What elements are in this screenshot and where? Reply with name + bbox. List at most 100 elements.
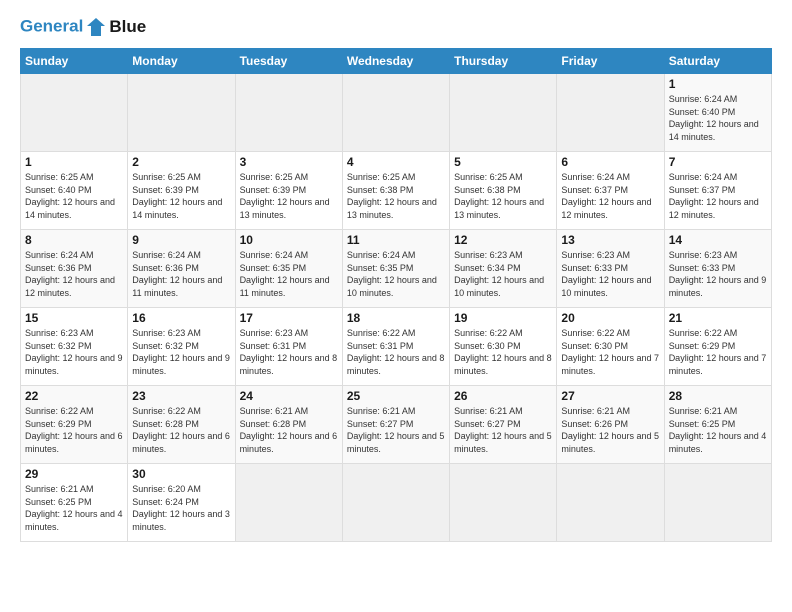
day-number: 9 <box>132 233 230 247</box>
day-info: Sunrise: 6:25 AMSunset: 6:40 PMDaylight:… <box>25 171 123 221</box>
day-info: Sunrise: 6:22 AMSunset: 6:29 PMDaylight:… <box>669 327 767 377</box>
calendar-cell <box>664 464 771 542</box>
day-info: Sunrise: 6:24 AMSunset: 6:37 PMDaylight:… <box>561 171 659 221</box>
day-number: 21 <box>669 311 767 325</box>
calendar-cell: 2 Sunrise: 6:25 AMSunset: 6:39 PMDaylight… <box>128 152 235 230</box>
calendar-cell: 26 Sunrise: 6:21 AMSunset: 6:27 PMDayligh… <box>450 386 557 464</box>
day-info: Sunrise: 6:22 AMSunset: 6:30 PMDaylight:… <box>561 327 659 377</box>
calendar-week-row: 22 Sunrise: 6:22 AMSunset: 6:29 PMDayligh… <box>21 386 772 464</box>
col-header-sunday: Sunday <box>21 49 128 74</box>
calendar-week-row: 1 Sunrise: 6:24 AMSunset: 6:40 PMDaylight… <box>21 74 772 152</box>
day-info: Sunrise: 6:25 AMSunset: 6:38 PMDaylight:… <box>454 171 552 221</box>
calendar-cell: 24 Sunrise: 6:21 AMSunset: 6:28 PMDayligh… <box>235 386 342 464</box>
day-info: Sunrise: 6:21 AMSunset: 6:25 PMDaylight:… <box>25 483 123 533</box>
day-info: Sunrise: 6:23 AMSunset: 6:33 PMDaylight:… <box>561 249 659 299</box>
calendar-cell <box>557 464 664 542</box>
calendar-cell: 10 Sunrise: 6:24 AMSunset: 6:35 PMDayligh… <box>235 230 342 308</box>
calendar-cell: 7Sunrise: 6:24 AMSunset: 6:37 PMDaylight… <box>664 152 771 230</box>
day-number: 26 <box>454 389 552 403</box>
calendar-cell: 30 Sunrise: 6:20 AMSunset: 6:24 PMDayligh… <box>128 464 235 542</box>
day-info: Sunrise: 6:25 AMSunset: 6:38 PMDaylight:… <box>347 171 445 221</box>
day-number: 5 <box>454 155 552 169</box>
calendar-cell: 28 Sunrise: 6:21 AMSunset: 6:25 PMDayligh… <box>664 386 771 464</box>
day-number: 19 <box>454 311 552 325</box>
calendar-cell: 8 Sunrise: 6:24 AMSunset: 6:36 PMDaylight… <box>21 230 128 308</box>
logo-blue: Blue <box>109 17 146 37</box>
calendar-week-row: 1 Sunrise: 6:25 AMSunset: 6:40 PMDaylight… <box>21 152 772 230</box>
day-info: Sunrise: 6:22 AMSunset: 6:30 PMDaylight:… <box>454 327 552 377</box>
calendar-table: SundayMondayTuesdayWednesdayThursdayFrid… <box>20 48 772 542</box>
day-info: Sunrise: 6:23 AMSunset: 6:31 PMDaylight:… <box>240 327 338 377</box>
day-number: 15 <box>25 311 123 325</box>
calendar-cell: 4 Sunrise: 6:25 AMSunset: 6:38 PMDaylight… <box>342 152 449 230</box>
calendar-cell: 17 Sunrise: 6:23 AMSunset: 6:31 PMDayligh… <box>235 308 342 386</box>
day-info: Sunrise: 6:21 AMSunset: 6:26 PMDaylight:… <box>561 405 659 455</box>
day-number: 14 <box>669 233 767 247</box>
calendar-cell <box>450 464 557 542</box>
calendar-cell: 25 Sunrise: 6:21 AMSunset: 6:27 PMDayligh… <box>342 386 449 464</box>
day-info: Sunrise: 6:22 AMSunset: 6:29 PMDaylight:… <box>25 405 123 455</box>
calendar-week-row: 15Sunrise: 6:23 AMSunset: 6:32 PMDayligh… <box>21 308 772 386</box>
day-number: 10 <box>240 233 338 247</box>
logo-text: General <box>20 16 107 38</box>
col-header-friday: Friday <box>557 49 664 74</box>
day-number: 27 <box>561 389 659 403</box>
calendar-cell: 22 Sunrise: 6:22 AMSunset: 6:29 PMDayligh… <box>21 386 128 464</box>
day-number: 25 <box>347 389 445 403</box>
day-number: 1 <box>25 155 123 169</box>
calendar-cell <box>342 464 449 542</box>
day-number: 13 <box>561 233 659 247</box>
calendar-cell: 6Sunrise: 6:24 AMSunset: 6:37 PMDaylight… <box>557 152 664 230</box>
calendar-cell: 19 Sunrise: 6:22 AMSunset: 6:30 PMDayligh… <box>450 308 557 386</box>
day-number: 17 <box>240 311 338 325</box>
calendar-cell: 18 Sunrise: 6:22 AMSunset: 6:31 PMDayligh… <box>342 308 449 386</box>
day-number: 24 <box>240 389 338 403</box>
day-info: Sunrise: 6:25 AMSunset: 6:39 PMDaylight:… <box>240 171 338 221</box>
calendar-cell: 29Sunrise: 6:21 AMSunset: 6:25 PMDayligh… <box>21 464 128 542</box>
calendar-cell: 20 Sunrise: 6:22 AMSunset: 6:30 PMDayligh… <box>557 308 664 386</box>
day-info: Sunrise: 6:24 AMSunset: 6:40 PMDaylight:… <box>669 93 767 143</box>
day-info: Sunrise: 6:21 AMSunset: 6:25 PMDaylight:… <box>669 405 767 455</box>
day-info: Sunrise: 6:23 AMSunset: 6:34 PMDaylight:… <box>454 249 552 299</box>
calendar-cell: 3Sunrise: 6:25 AMSunset: 6:39 PMDaylight… <box>235 152 342 230</box>
calendar-cell: 12Sunrise: 6:23 AMSunset: 6:34 PMDayligh… <box>450 230 557 308</box>
calendar-cell: 13 Sunrise: 6:23 AMSunset: 6:33 PMDayligh… <box>557 230 664 308</box>
calendar-cell: 27 Sunrise: 6:21 AMSunset: 6:26 PMDayligh… <box>557 386 664 464</box>
calendar-cell: 1 Sunrise: 6:24 AMSunset: 6:40 PMDaylight… <box>664 74 771 152</box>
calendar-week-row: 29Sunrise: 6:21 AMSunset: 6:25 PMDayligh… <box>21 464 772 542</box>
day-number: 2 <box>132 155 230 169</box>
day-info: Sunrise: 6:22 AMSunset: 6:28 PMDaylight:… <box>132 405 230 455</box>
calendar-cell <box>21 74 128 152</box>
day-info: Sunrise: 6:24 AMSunset: 6:35 PMDaylight:… <box>347 249 445 299</box>
day-info: Sunrise: 6:25 AMSunset: 6:39 PMDaylight:… <box>132 171 230 221</box>
day-info: Sunrise: 6:23 AMSunset: 6:33 PMDaylight:… <box>669 249 767 299</box>
calendar-cell: 5 Sunrise: 6:25 AMSunset: 6:38 PMDaylight… <box>450 152 557 230</box>
day-number: 22 <box>25 389 123 403</box>
col-header-thursday: Thursday <box>450 49 557 74</box>
day-number: 11 <box>347 233 445 247</box>
calendar-header-row: SundayMondayTuesdayWednesdayThursdayFrid… <box>21 49 772 74</box>
day-info: Sunrise: 6:20 AMSunset: 6:24 PMDaylight:… <box>132 483 230 533</box>
day-info: Sunrise: 6:21 AMSunset: 6:27 PMDaylight:… <box>454 405 552 455</box>
day-number: 4 <box>347 155 445 169</box>
day-info: Sunrise: 6:21 AMSunset: 6:27 PMDaylight:… <box>347 405 445 455</box>
day-info: Sunrise: 6:24 AMSunset: 6:36 PMDaylight:… <box>132 249 230 299</box>
day-info: Sunrise: 6:24 AMSunset: 6:37 PMDaylight:… <box>669 171 767 221</box>
day-number: 18 <box>347 311 445 325</box>
calendar-cell: 21 Sunrise: 6:22 AMSunset: 6:29 PMDayligh… <box>664 308 771 386</box>
day-number: 1 <box>669 77 767 91</box>
day-number: 20 <box>561 311 659 325</box>
logo: General Blue <box>20 16 146 38</box>
calendar-cell: 15Sunrise: 6:23 AMSunset: 6:32 PMDayligh… <box>21 308 128 386</box>
page-header: General Blue <box>20 16 772 38</box>
calendar-cell: 1 Sunrise: 6:25 AMSunset: 6:40 PMDaylight… <box>21 152 128 230</box>
day-number: 28 <box>669 389 767 403</box>
logo-icon <box>85 16 107 38</box>
day-info: Sunrise: 6:21 AMSunset: 6:28 PMDaylight:… <box>240 405 338 455</box>
day-info: Sunrise: 6:24 AMSunset: 6:35 PMDaylight:… <box>240 249 338 299</box>
day-info: Sunrise: 6:22 AMSunset: 6:31 PMDaylight:… <box>347 327 445 377</box>
day-number: 8 <box>25 233 123 247</box>
day-info: Sunrise: 6:24 AMSunset: 6:36 PMDaylight:… <box>25 249 123 299</box>
day-number: 30 <box>132 467 230 481</box>
calendar-week-row: 8 Sunrise: 6:24 AMSunset: 6:36 PMDaylight… <box>21 230 772 308</box>
